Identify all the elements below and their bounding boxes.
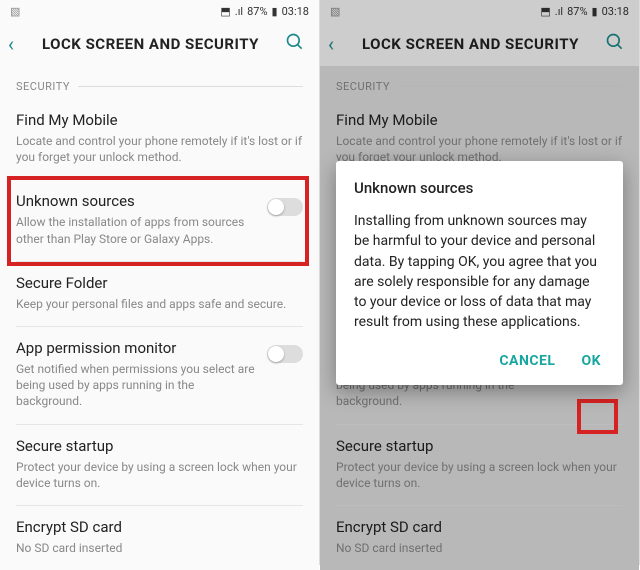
download-icon: ⬒ [220, 5, 230, 18]
item-title: Find My Mobile [16, 111, 303, 129]
clock: 03:18 [602, 5, 629, 18]
item-title: Unknown sources [16, 192, 257, 210]
phone-left: ▧ ⬒ .ıl 87% ▮ 03:18 ‹ LOCK SCREEN AND SE… [0, 0, 320, 565]
battery-percent: 87% [247, 5, 267, 18]
item-title: Secure Folder [16, 274, 303, 292]
item-title: Secure startup [16, 437, 303, 455]
page-title: LOCK SCREEN AND SECURITY [42, 35, 273, 53]
status-bar: ▧ ⬒ .ıl 87% ▮ 03:18 [0, 0, 319, 22]
item-desc: No SD card inserted [336, 540, 623, 556]
dialog-unknown-sources: Unknown sources Installing from unknown … [336, 161, 623, 385]
section-label: SECURITY [16, 80, 70, 93]
picture-icon: ▧ [330, 5, 340, 18]
item-desc: Keep your personal files and apps safe a… [16, 296, 303, 312]
signal-icon: .ıl [555, 5, 563, 18]
status-bar: ▧ ⬒ .ıl 87% ▮ 03:18 [320, 0, 639, 22]
app-header: ‹ LOCK SCREEN AND SECURITY [0, 22, 319, 66]
page-title: LOCK SCREEN AND SECURITY [362, 35, 593, 53]
item-desc: Protect your device by using a screen lo… [336, 459, 623, 491]
item-desc: Protect your device by using a screen lo… [16, 459, 303, 491]
download-icon: ⬒ [540, 5, 550, 18]
search-icon[interactable] [605, 32, 625, 56]
item-encrypt-sd[interactable]: Encrypt SD card No SD card inserted [0, 506, 319, 570]
item-title: App permission monitor [16, 339, 257, 357]
battery-percent: 87% [567, 5, 587, 18]
item-desc: No SD card inserted [16, 540, 303, 556]
phone-right: ▧ ⬒ .ıl 87% ▮ 03:18 ‹ LOCK SCREEN AND SE… [320, 0, 640, 565]
picture-icon: ▧ [10, 5, 20, 18]
item-secure-startup[interactable]: Secure startup Protect your device by usi… [0, 425, 319, 505]
item-desc: Allow the installation of apps from sour… [16, 214, 257, 246]
clock: 03:18 [282, 5, 309, 18]
cancel-button[interactable]: CANCEL [499, 353, 555, 369]
app-header: ‹ LOCK SCREEN AND SECURITY [320, 22, 639, 66]
item-title: Secure startup [336, 437, 623, 455]
signal-icon: .ıl [235, 5, 243, 18]
battery-icon: ▮ [272, 5, 278, 18]
ok-button[interactable]: OK [581, 353, 601, 369]
item-title: Find My Mobile [336, 111, 623, 129]
toggle-unknown-sources[interactable] [267, 198, 303, 216]
item-find-my-mobile[interactable]: Find My Mobile Locate and control your ph… [0, 99, 319, 179]
search-icon[interactable] [285, 32, 305, 56]
item-title: Encrypt SD card [16, 518, 303, 536]
item-encrypt-sd[interactable]: Encrypt SD card No SD card inserted [320, 506, 639, 570]
item-unknown-sources[interactable]: Unknown sources Allow the installation of… [0, 180, 319, 260]
item-title: Encrypt SD card [336, 518, 623, 536]
item-app-permission-monitor[interactable]: App permission monitor Get notified when … [0, 327, 319, 424]
section-label: SECURITY [336, 80, 390, 93]
back-icon[interactable]: ‹ [8, 32, 30, 56]
section-header: SECURITY [320, 66, 639, 99]
item-desc: Locate and control your phone remotely i… [16, 133, 303, 165]
item-desc: Get notified when permissions you select… [16, 361, 257, 410]
battery-icon: ▮ [592, 5, 598, 18]
back-icon[interactable]: ‹ [328, 32, 350, 56]
toggle-permission-monitor[interactable] [267, 345, 303, 363]
dialog-title: Unknown sources [354, 179, 605, 197]
section-header: SECURITY [0, 66, 319, 99]
item-secure-startup[interactable]: Secure startup Protect your device by usi… [320, 425, 639, 505]
item-secure-folder[interactable]: Secure Folder Keep your personal files an… [0, 262, 319, 326]
dialog-body: Installing from unknown sources may be h… [354, 211, 605, 333]
